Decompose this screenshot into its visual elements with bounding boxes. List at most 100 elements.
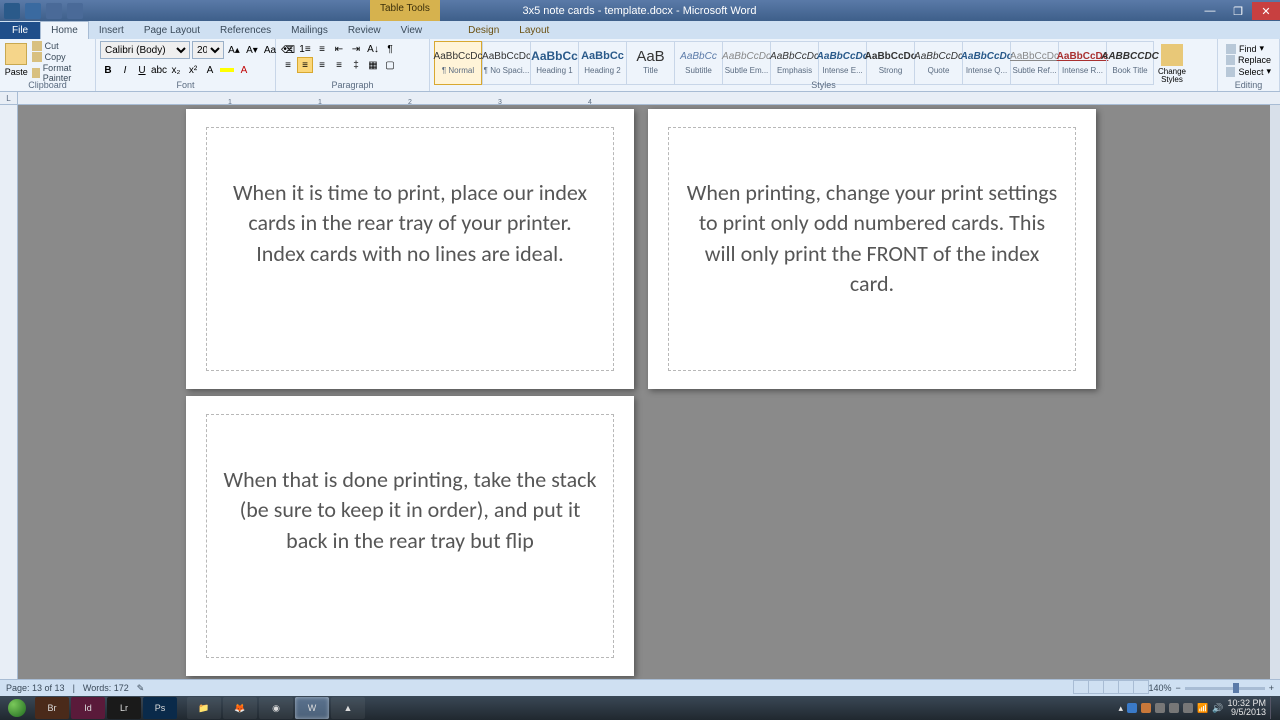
vertical-ruler[interactable] (0, 105, 18, 679)
style-strong[interactable]: AaBbCcDcStrong (866, 41, 914, 85)
word-count[interactable]: Words: 172 (83, 683, 129, 693)
style-intense-e---[interactable]: AaBbCcDcIntense E... (818, 41, 866, 85)
tray-icon-1[interactable] (1127, 703, 1137, 713)
subscript-button[interactable]: x₂ (168, 62, 184, 78)
horizontal-ruler[interactable]: L 1 1 2 3 4 (0, 92, 1280, 105)
text-effects-button[interactable]: A (202, 62, 218, 78)
style---normal[interactable]: AaBbCcDc¶ Normal (434, 41, 482, 85)
style-subtle-em---[interactable]: AaBbCcDcSubtle Em... (722, 41, 770, 85)
style-intense-q---[interactable]: AaBbCcDcIntense Q... (962, 41, 1010, 85)
tab-design[interactable]: Design (458, 22, 509, 39)
tray-clock[interactable]: 10:32 PM 9/5/2013 (1227, 699, 1266, 718)
proofing-icon[interactable]: ✎ (137, 683, 145, 694)
tab-home[interactable]: Home (40, 21, 89, 39)
select-button[interactable]: Select ▾ (1226, 66, 1271, 77)
shading-button[interactable]: ▦ (365, 57, 381, 73)
show-desktop-button[interactable] (1270, 697, 1276, 719)
zoom-level[interactable]: 140% (1148, 683, 1171, 693)
style-heading-2[interactable]: AaBbCcHeading 2 (578, 41, 626, 85)
find-button[interactable]: Find ▾ (1226, 43, 1271, 54)
taskbar-app-id[interactable]: Id (71, 697, 105, 719)
italic-button[interactable]: I (117, 62, 133, 78)
index-card-1[interactable]: When it is time to print, place our inde… (186, 109, 634, 389)
tray-icon-3[interactable] (1155, 703, 1165, 713)
zoom-in-button[interactable]: + (1269, 683, 1274, 693)
tab-review[interactable]: Review (338, 22, 391, 39)
tray-icon-2[interactable] (1141, 703, 1151, 713)
close-button[interactable]: ✕ (1252, 2, 1280, 20)
decrease-indent-button[interactable]: ⇤ (331, 41, 347, 57)
underline-button[interactable]: U (134, 62, 150, 78)
card-1-text[interactable]: When it is time to print, place our inde… (222, 178, 598, 269)
start-button[interactable] (0, 696, 34, 720)
styles-gallery[interactable]: AaBbCcDc¶ NormalAaBbCcDc¶ No Spaci...AaB… (434, 41, 1154, 85)
tab-insert[interactable]: Insert (89, 22, 134, 39)
justify-button[interactable]: ≡ (331, 57, 347, 73)
zoom-out-button[interactable]: − (1175, 683, 1180, 693)
numbering-button[interactable]: 1≡ (297, 41, 313, 57)
view-buttons[interactable] (1073, 680, 1148, 696)
style---no-spaci---[interactable]: AaBbCcDc¶ No Spaci... (482, 41, 530, 85)
tab-view[interactable]: View (391, 22, 433, 39)
bullets-button[interactable]: •≡ (280, 41, 296, 57)
undo-icon[interactable] (46, 3, 62, 19)
shrink-font-button[interactable]: A▾ (244, 42, 260, 58)
multilevel-button[interactable]: ≡ (314, 41, 330, 57)
tab-page-layout[interactable]: Page Layout (134, 22, 210, 39)
superscript-button[interactable]: x² (185, 62, 201, 78)
borders-button[interactable]: ▢ (382, 57, 398, 73)
page-status[interactable]: Page: 13 of 13 (6, 683, 65, 693)
tray-icon-4[interactable] (1169, 703, 1179, 713)
tray-network-icon[interactable]: 📶 (1197, 703, 1208, 714)
taskbar-explorer[interactable]: 📁 (187, 697, 221, 719)
save-icon[interactable] (25, 3, 41, 19)
grow-font-button[interactable]: A▴ (226, 42, 242, 58)
tab-references[interactable]: References (210, 22, 281, 39)
index-card-2[interactable]: When printing, change your print setting… (648, 109, 1096, 389)
align-left-button[interactable]: ≡ (280, 57, 296, 73)
tab-layout[interactable]: Layout (509, 22, 559, 39)
highlight-button[interactable] (219, 62, 235, 78)
vertical-scrollbar[interactable] (1270, 105, 1280, 679)
line-spacing-button[interactable]: ‡ (348, 57, 364, 73)
zoom-thumb[interactable] (1233, 683, 1239, 693)
tray-icon-5[interactable] (1183, 703, 1193, 713)
style-subtitle[interactable]: AaBbCcSubtitle (674, 41, 722, 85)
bold-button[interactable]: B (100, 62, 116, 78)
zoom-slider[interactable] (1185, 687, 1265, 690)
card-2-text[interactable]: When printing, change your print setting… (684, 178, 1060, 299)
style-heading-1[interactable]: AaBbCcHeading 1 (530, 41, 578, 85)
style-title[interactable]: AaBTitle (626, 41, 674, 85)
style-subtle-ref---[interactable]: AaBbCcDcSubtle Ref... (1010, 41, 1058, 85)
increase-indent-button[interactable]: ⇥ (348, 41, 364, 57)
font-size-select[interactable]: 20 (192, 41, 224, 59)
style-emphasis[interactable]: AaBbCcDcEmphasis (770, 41, 818, 85)
copy-button[interactable]: Copy (32, 52, 91, 62)
show-marks-button[interactable]: ¶ (382, 41, 398, 57)
style-book-title[interactable]: AABBCCDCBook Title (1106, 41, 1154, 85)
card-3-text[interactable]: When that is done printing, take the sta… (222, 465, 598, 556)
paste-button[interactable]: Paste (4, 41, 29, 77)
style-intense-r---[interactable]: AaBbCcDcIntense R... (1058, 41, 1106, 85)
taskbar-app-br[interactable]: Br (35, 697, 69, 719)
align-center-button[interactable]: ≡ (297, 57, 313, 73)
sort-button[interactable]: A↓ (365, 41, 381, 57)
document-area[interactable]: When it is time to print, place our inde… (18, 105, 1270, 679)
font-name-select[interactable]: Calibri (Body) (100, 41, 190, 59)
tray-up-icon[interactable]: ▴ (1119, 703, 1124, 714)
taskbar-chrome[interactable]: ◉ (259, 697, 293, 719)
tab-mailings[interactable]: Mailings (281, 22, 338, 39)
font-color-button[interactable]: A (236, 62, 252, 78)
style-quote[interactable]: AaBbCcDcQuote (914, 41, 962, 85)
maximize-button[interactable]: ❐ (1224, 2, 1252, 20)
replace-button[interactable]: Replace (1226, 55, 1271, 65)
align-right-button[interactable]: ≡ (314, 57, 330, 73)
taskbar-vlc[interactable]: ▲ (331, 697, 365, 719)
cut-button[interactable]: Cut (32, 41, 91, 51)
index-card-3[interactable]: When that is done printing, take the sta… (186, 396, 634, 676)
redo-icon[interactable] (67, 3, 83, 19)
tray-volume-icon[interactable]: 🔊 (1212, 703, 1223, 714)
taskbar-app-lr[interactable]: Lr (107, 697, 141, 719)
taskbar-app-ps[interactable]: Ps (143, 697, 177, 719)
taskbar-firefox[interactable]: 🦊 (223, 697, 257, 719)
